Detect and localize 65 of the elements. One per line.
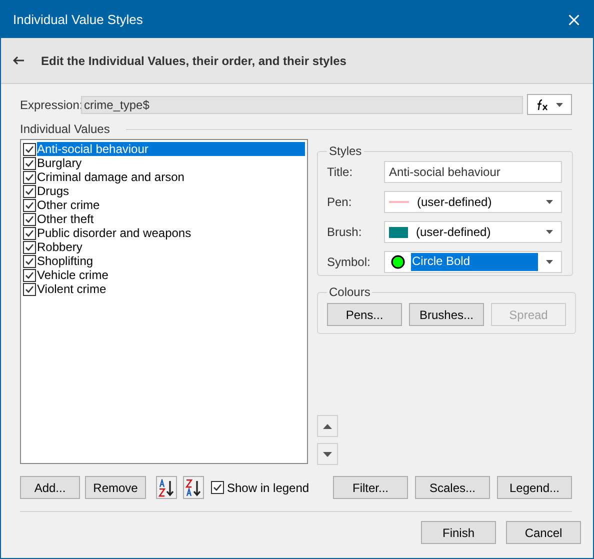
list-item[interactable]: Other theft [37, 212, 305, 226]
title-field[interactable]: Anti-social behaviour [384, 161, 562, 183]
footer-button[interactable]: Finish [421, 521, 496, 544]
pen-dropdown[interactable]: (user-defined) [384, 191, 562, 213]
checkbox[interactable] [23, 184, 36, 198]
list-item[interactable]: Criminal damage and arson [37, 170, 305, 184]
checkbox[interactable] [23, 212, 36, 226]
checkbox[interactable] [23, 254, 36, 268]
colour-button[interactable]: Brushes... [409, 303, 484, 326]
dialog-button[interactable]: Filter... [333, 476, 408, 499]
checkbox[interactable] [211, 481, 224, 494]
sort-descending-button[interactable] [183, 476, 204, 499]
list-item[interactable]: Violent crime [37, 282, 305, 296]
list-item[interactable]: Shoplifting [37, 254, 305, 268]
function-icon [536, 98, 549, 110]
symbol-dropdown[interactable]: Circle Bold [384, 251, 562, 273]
field-label: Symbol: [327, 254, 372, 271]
list-item[interactable]: Other crime [37, 198, 305, 212]
footer-button[interactable]: Cancel [506, 521, 581, 544]
checkbox[interactable] [23, 226, 36, 240]
checkbox[interactable] [23, 282, 36, 296]
dropdown-arrow-icon [546, 200, 553, 204]
colour-button[interactable]: Pens... [327, 303, 402, 326]
list-item[interactable]: Burglary [37, 156, 305, 170]
sort-ascending-button[interactable] [156, 476, 177, 499]
window-title: Individual Value Styles [13, 10, 143, 29]
header-title: Edit the Individual Values, their order, and their styles [41, 52, 346, 70]
list-item[interactable]: Anti-social behaviour [37, 142, 305, 156]
list-item[interactable]: Public disorder and weapons [37, 226, 305, 240]
dialog-button[interactable]: Scales... [415, 476, 490, 499]
function-button[interactable] [527, 94, 572, 115]
dropdown-arrow-icon [546, 230, 553, 234]
field-label: Pen: [327, 194, 353, 211]
section-label: Individual Values [20, 121, 110, 138]
checkbox[interactable] [23, 156, 36, 170]
move-down-button[interactable] [317, 443, 338, 465]
list-item[interactable]: Vehicle crime [37, 268, 305, 282]
checkbox[interactable] [23, 142, 36, 156]
group-title: Colours [328, 284, 372, 301]
checkbox[interactable] [23, 268, 36, 282]
field-label: Title: [327, 164, 354, 181]
circle-symbol-icon [391, 255, 405, 269]
up-triangle-icon [323, 424, 332, 428]
dialog-button[interactable]: Legend... [497, 476, 572, 499]
remove-button[interactable]: Remove [85, 476, 146, 499]
back-arrow-icon[interactable] [13, 56, 24, 65]
dropdown-arrow-icon [546, 260, 553, 264]
brush-dropdown[interactable]: (user-defined) [384, 221, 562, 243]
expression-label: Expression: [20, 96, 81, 114]
close-icon[interactable] [569, 14, 579, 24]
checkbox[interactable] [23, 198, 36, 212]
checkbox-label: Show in legend [227, 480, 310, 496]
list-item[interactable]: Drugs [37, 184, 305, 198]
checkbox[interactable] [23, 240, 36, 254]
expression-field[interactable]: crime_type$ [81, 96, 523, 114]
list-item[interactable]: Robbery [37, 240, 305, 254]
dropdown-arrow-icon [556, 102, 564, 106]
group-title: Styles [328, 143, 363, 160]
sort-ascending-icon [158, 478, 176, 496]
down-triangle-icon [323, 452, 332, 456]
field-label: Brush: [327, 224, 363, 241]
add-button[interactable]: Add... [20, 476, 80, 499]
move-up-button[interactable] [317, 415, 338, 437]
sort-descending-icon [184, 478, 202, 496]
checkbox[interactable] [23, 170, 36, 184]
